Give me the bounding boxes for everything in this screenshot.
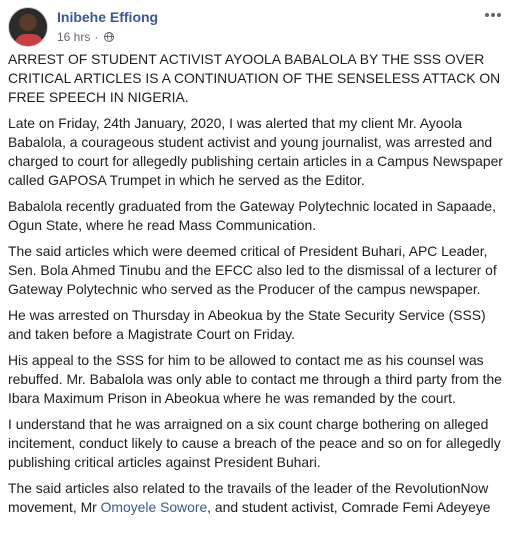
post-paragraph-last: The said articles also related to the tr… bbox=[8, 479, 508, 517]
post-paragraph: The said articles which were deemed crit… bbox=[8, 243, 497, 297]
post-paragraph: I understand that he was arraigned on a … bbox=[8, 416, 501, 470]
post-paragraph: His appeal to the SSS for him to be allo… bbox=[8, 352, 502, 406]
post-time[interactable]: 16 hrs bbox=[57, 30, 90, 44]
paragraph-text: , and student activist, Comrade Femi Ade… bbox=[207, 499, 491, 515]
post-header: Inibehe Effiong 16 hrs · bbox=[0, 0, 514, 52]
author-avatar[interactable] bbox=[8, 7, 48, 47]
author-name[interactable]: Inibehe Effiong bbox=[57, 9, 158, 25]
facebook-post: Inibehe Effiong 16 hrs · ARREST OF STUDE… bbox=[0, 0, 514, 539]
post-meta: 16 hrs · bbox=[57, 30, 115, 44]
post-paragraph: ARREST OF STUDENT ACTIVIST AYOOLA BABALO… bbox=[8, 51, 501, 105]
post-paragraph: Babalola recently graduated from the Gat… bbox=[8, 198, 497, 233]
more-options-icon[interactable] bbox=[482, 6, 504, 24]
avatar-figure bbox=[15, 34, 43, 46]
mention-link[interactable]: Omoyele Sowore bbox=[101, 499, 208, 515]
post-paragraph: Late on Friday, 24th January, 2020, I wa… bbox=[8, 115, 503, 188]
globe-icon[interactable] bbox=[104, 32, 115, 42]
post-body: ARREST OF STUDENT ACTIVIST AYOOLA BABALO… bbox=[8, 50, 508, 524]
meta-separator: · bbox=[94, 30, 99, 44]
post-paragraph: He was arrested on Thursday in Abeokua b… bbox=[8, 307, 486, 342]
